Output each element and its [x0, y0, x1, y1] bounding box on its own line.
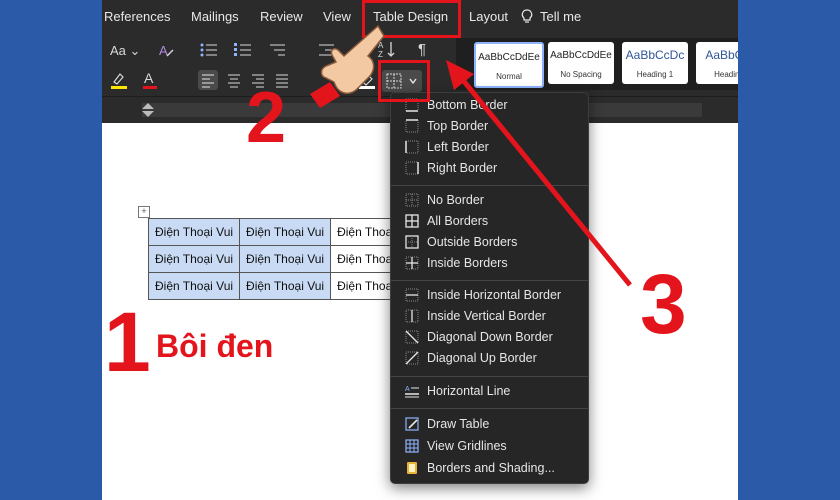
menu-item-label: Horizontal Line — [427, 384, 511, 398]
style-sample: AaBbCcI — [705, 48, 738, 62]
menu-item-diagonal-up-border[interactable]: Diagonal Up Border — [405, 348, 537, 368]
tab-references[interactable]: References — [104, 9, 170, 24]
font-case-button[interactable]: Aa ⌄ — [110, 42, 140, 60]
table-cell[interactable]: Điện Thoại Vui — [147, 245, 241, 273]
menu-item-label: Borders and Shading... — [427, 461, 555, 475]
diagonal-down-border-icon — [405, 330, 419, 344]
menu-item-horizontal-line[interactable]: A Horizontal Line — [405, 381, 510, 401]
font-color-icon[interactable]: A — [142, 70, 158, 90]
left-border-icon — [405, 140, 419, 154]
step-2-number: 2 — [246, 78, 287, 158]
table-row: Điện Thoại Vui Điện Thoại Vui Điện Thoa — [147, 218, 400, 246]
table-move-handle[interactable]: + — [138, 206, 150, 218]
inside-borders-icon — [405, 256, 419, 270]
step-3-number: 3 — [640, 257, 687, 351]
highlight-icon[interactable] — [110, 70, 128, 90]
diagonal-up-border-icon — [405, 351, 419, 365]
table-row: Điện Thoại Vui Điện Thoại Vui Điện Thoa — [147, 245, 400, 273]
bullets-icon[interactable] — [200, 42, 218, 58]
align-left-icon — [202, 74, 214, 88]
multilevel-list-icon[interactable] — [268, 42, 286, 58]
menu-item-inside-vertical-border[interactable]: Inside Vertical Border — [405, 306, 546, 326]
table-cell[interactable]: Điện Thoa — [330, 272, 400, 300]
menu-item-label: Diagonal Up Border — [427, 351, 537, 365]
step-1-label: Bôi đen — [156, 328, 274, 364]
no-border-icon — [405, 193, 419, 207]
table-cell[interactable]: Điện Thoại Vui — [147, 218, 241, 246]
table-cell[interactable]: Điện Thoa — [330, 245, 400, 273]
menu-item-label: Draw Table — [427, 417, 490, 431]
table-cell[interactable]: Điện Thoại Vui — [239, 245, 332, 273]
table-cell[interactable]: Điện Thoại Vui — [147, 272, 241, 300]
align-left-button[interactable] — [198, 70, 218, 90]
svg-text:A: A — [159, 43, 168, 58]
table-cell[interactable]: Điện Thoa — [330, 218, 400, 246]
lightbulb-icon — [521, 9, 533, 23]
step-3-arrow — [446, 60, 632, 287]
style-heading-2[interactable]: AaBbCcI Heading — [696, 42, 738, 84]
document-table: Điện Thoại Vui Điện Thoại Vui Điện Thoa … — [147, 218, 400, 300]
step-1-number: 1 — [104, 295, 151, 389]
table-cell[interactable]: Điện Thoại Vui — [239, 272, 332, 300]
draw-table-icon — [405, 417, 419, 431]
clear-formatting-icon[interactable]: A — [158, 42, 174, 58]
borders-and-shading-icon — [407, 462, 417, 474]
style-name: Heading — [714, 70, 738, 79]
show-formatting-marks-button[interactable]: ¶ — [418, 41, 426, 59]
table-cell[interactable]: Điện Thoại Vui — [239, 218, 332, 246]
menu-item-label: Inside Vertical Border — [427, 309, 546, 323]
numbering-icon[interactable] — [234, 42, 252, 58]
horizontal-line-icon: A — [405, 386, 419, 398]
right-border-icon — [405, 161, 419, 175]
tell-me-search[interactable]: Tell me — [540, 9, 581, 24]
inside-horizontal-border-icon — [405, 288, 419, 302]
table-row: Điện Thoại Vui Điện Thoại Vui Điện Thoa — [147, 272, 400, 300]
menu-separator — [391, 408, 588, 409]
tab-review[interactable]: Review — [260, 9, 303, 24]
tab-mailings[interactable]: Mailings — [191, 9, 239, 24]
outside-borders-icon — [405, 235, 419, 249]
hand-pointer-icon — [310, 24, 385, 108]
menu-item-borders-and-shading[interactable]: Borders and Shading... — [405, 458, 555, 478]
all-borders-icon — [405, 214, 419, 228]
top-border-icon — [405, 119, 419, 133]
menu-item-label: View Gridlines — [427, 439, 507, 453]
align-center-icon[interactable] — [224, 70, 244, 90]
menu-separator — [391, 376, 588, 377]
svg-text:A: A — [144, 70, 154, 86]
view-gridlines-icon — [405, 439, 419, 453]
inside-vertical-border-icon — [405, 309, 419, 323]
menu-item-diagonal-down-border[interactable]: Diagonal Down Border — [405, 327, 553, 347]
menu-item-view-gridlines[interactable]: View Gridlines — [405, 436, 507, 456]
menu-item-label: Diagonal Down Border — [427, 330, 553, 344]
svg-text:A: A — [405, 386, 410, 393]
tab-layout[interactable]: Layout — [469, 9, 508, 24]
menu-item-draw-table[interactable]: Draw Table — [405, 414, 489, 434]
